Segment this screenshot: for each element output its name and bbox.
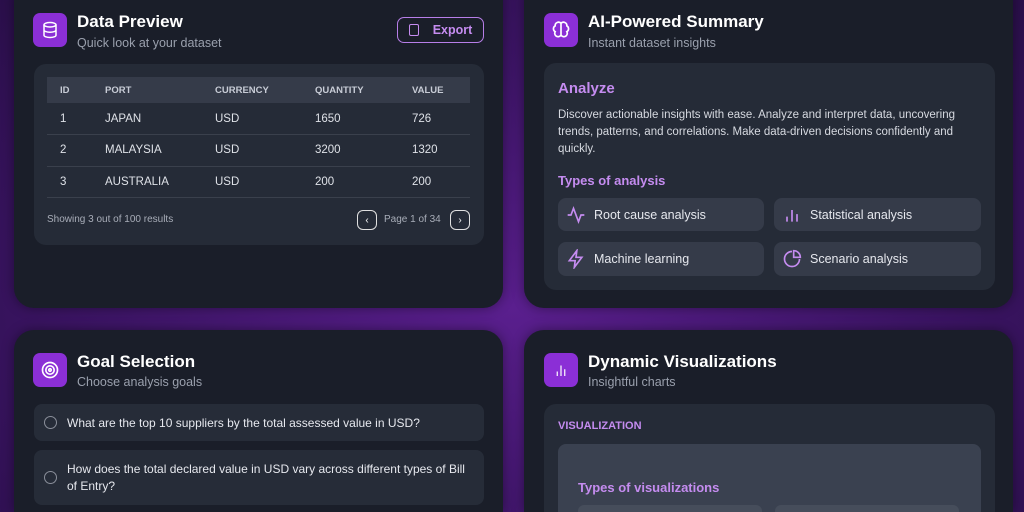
- prev-page-button[interactable]: ‹: [357, 210, 377, 230]
- cell: 200: [399, 166, 470, 198]
- activity-icon: [567, 205, 585, 224]
- col-port: PORT: [92, 77, 202, 103]
- cell: 3: [47, 166, 92, 198]
- ai-summary-card: AI-Powered Summary Instant dataset insig…: [524, 0, 1013, 308]
- export-button[interactable]: Export: [397, 17, 484, 43]
- table-panel: ID PORT CURRENCY QUANTITY VALUE 1 JAPAN US…: [34, 64, 484, 245]
- data-preview-card: Data Preview Quick look at your dataset …: [14, 0, 503, 308]
- lightning-icon: [567, 249, 584, 269]
- cell: 1320: [399, 134, 470, 167]
- bar-chart-icon: [544, 353, 578, 387]
- goal-option[interactable]: What are the top 10 suppliers by the tot…: [34, 404, 484, 441]
- pie-chart-icon: [783, 249, 802, 268]
- cell: MALAYSIA: [92, 134, 202, 167]
- analysis-type-scenario[interactable]: Scenario analysis: [774, 242, 981, 276]
- export-label: Export: [432, 23, 473, 37]
- cell: 1650: [302, 103, 399, 135]
- database-icon: [33, 13, 67, 47]
- cell: 200: [302, 166, 399, 198]
- chip-label: Machine learning: [594, 252, 690, 266]
- cell: USD: [202, 166, 302, 198]
- visualization-subpanel: Types of visualizations: [558, 444, 981, 512]
- card-title: Data Preview: [77, 12, 183, 31]
- bar-chart-icon: [786, 209, 798, 222]
- brain-icon: [544, 13, 578, 47]
- cell: 1: [47, 103, 92, 135]
- goal-option-label: What are the top 10 suppliers by the tot…: [67, 415, 420, 430]
- table-row: 2 MALAYSIA USD 3200 1320: [47, 134, 470, 167]
- analysis-type-machine-learning[interactable]: Machine learning: [558, 242, 764, 276]
- table-row: 1 JAPAN USD 1650 726: [47, 103, 470, 135]
- viz-type-chip[interactable]: [775, 505, 959, 512]
- types-heading: Types of analysis: [558, 173, 666, 188]
- file-icon: [408, 24, 419, 36]
- data-table: ID PORT CURRENCY QUANTITY VALUE 1 JAPAN US…: [47, 77, 470, 198]
- card-subtitle: Quick look at your dataset: [77, 36, 222, 50]
- page-indicator: Page 1 of 34: [384, 214, 441, 225]
- card-subtitle: Insightful charts: [588, 375, 676, 389]
- card-subtitle: Choose analysis goals: [77, 375, 203, 389]
- chip-label: Scenario analysis: [810, 252, 908, 266]
- cell: AUSTRALIA: [92, 166, 202, 198]
- analysis-type-statistical[interactable]: Statistical analysis: [774, 198, 981, 231]
- cell: USD: [202, 103, 302, 135]
- cell: 2: [47, 134, 92, 167]
- card-title: AI-Powered Summary: [588, 12, 764, 31]
- goal-option[interactable]: How does the total declared value in USD…: [34, 450, 484, 505]
- col-quantity: QUANTITY: [302, 77, 399, 103]
- cell: 3200: [302, 134, 399, 167]
- table-header: ID PORT CURRENCY QUANTITY VALUE: [47, 77, 470, 103]
- goal-option-label: How does the total declared value in USD…: [67, 461, 465, 493]
- cell: USD: [202, 134, 302, 167]
- visualization-label: VISUALIZATION: [558, 420, 642, 432]
- analysis-type-root-cause[interactable]: Root cause analysis: [558, 198, 764, 231]
- analyze-description: Discover actionable insights with ease. …: [558, 109, 955, 155]
- card-title: Goal Selection: [77, 352, 196, 371]
- col-id: ID: [47, 77, 92, 103]
- cell: 726: [399, 103, 470, 135]
- target-icon: [33, 353, 67, 387]
- col-currency: CURRENCY: [202, 77, 302, 103]
- card-title: Dynamic Visualizations: [588, 352, 777, 371]
- viz-types-heading: Types of visualizations: [578, 480, 720, 495]
- table-row: 3 AUSTRALIA USD 200 200: [47, 166, 470, 198]
- analyze-panel: Analyze Discover actionable insights wit…: [544, 63, 995, 290]
- next-page-button[interactable]: ›: [450, 210, 470, 230]
- viz-type-chip[interactable]: [578, 505, 762, 512]
- radio-button[interactable]: [44, 416, 57, 429]
- chip-label: Statistical analysis: [810, 207, 913, 222]
- cell: JAPAN: [92, 103, 202, 135]
- visualizations-card: Dynamic Visualizations Insightful charts…: [524, 330, 1013, 512]
- card-subtitle: Instant dataset insights: [588, 36, 716, 50]
- results-count: Showing 3 out of 100 results: [47, 214, 174, 225]
- chip-label: Root cause analysis: [594, 207, 706, 222]
- visualization-panel: VISUALIZATION Types of visualizations: [544, 404, 995, 512]
- analyze-heading: Analyze: [558, 80, 615, 97]
- col-value: VALUE: [399, 77, 470, 103]
- goal-selection-card: Goal Selection Choose analysis goals Wha…: [14, 330, 503, 512]
- radio-button[interactable]: [44, 471, 57, 484]
